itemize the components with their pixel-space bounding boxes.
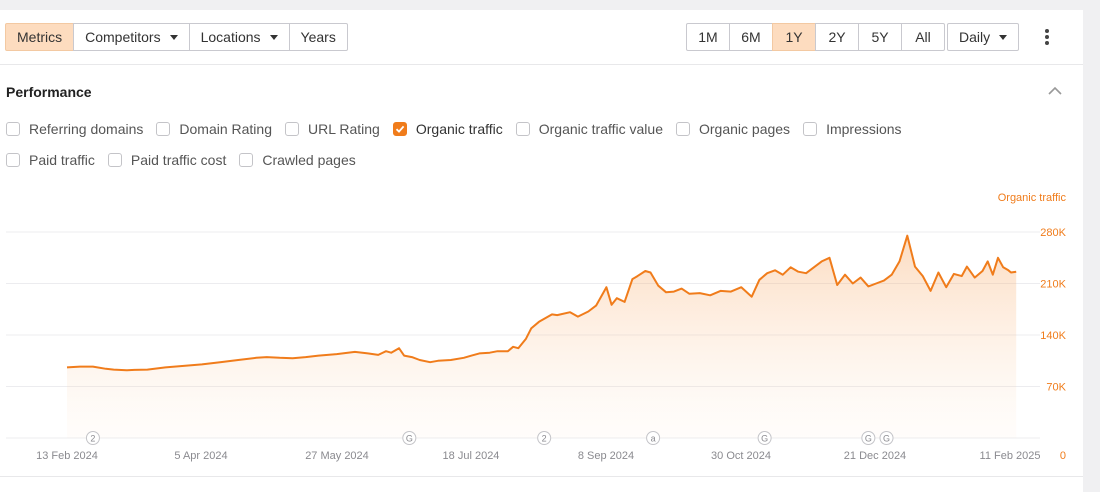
y-tick-label: 280K xyxy=(1040,227,1066,239)
annotation-marker: G xyxy=(757,431,772,445)
performance-panel: Metrics Competitors Locations Years 1M 6… xyxy=(0,10,1083,492)
divider xyxy=(0,476,1083,477)
x-tick-label: 27 May 2024 xyxy=(305,450,369,462)
annotation-marker: G xyxy=(861,431,876,445)
x-tick-label: 11 Feb 2025 xyxy=(980,450,1041,462)
y-axis-ticks: 0 70K 140K 210K 280K xyxy=(1040,227,1066,462)
annotation-label: G xyxy=(761,434,768,444)
annotation-marker: 2 xyxy=(85,431,100,445)
annotation-label: 2 xyxy=(542,434,547,444)
annotation-label: G xyxy=(883,434,890,444)
annotation-label: G xyxy=(865,434,872,444)
annotation-marker: G xyxy=(879,431,894,445)
y-axis-label: Organic traffic xyxy=(998,192,1067,204)
annotation-label: a xyxy=(651,434,656,444)
x-tick-label: 18 Jul 2024 xyxy=(443,450,500,462)
x-tick-label: 5 Apr 2024 xyxy=(174,450,227,462)
annotation-marker: 2 xyxy=(537,431,552,445)
y-tick-label: 140K xyxy=(1040,330,1066,342)
y-tick-label: 70K xyxy=(1046,382,1066,394)
x-tick-label: 30 Oct 2024 xyxy=(711,450,771,462)
y-tick-label: 0 xyxy=(1060,450,1066,462)
y-tick-label: 210K xyxy=(1040,279,1066,291)
annotation-label: 2 xyxy=(90,434,95,444)
x-axis-ticks: 13 Feb 2024 5 Apr 2024 27 May 2024 18 Jul 2… xyxy=(36,450,1040,462)
annotation-marker: a xyxy=(646,431,661,445)
x-tick-label: 13 Feb 2024 xyxy=(36,450,98,462)
x-tick-label: 8 Sep 2024 xyxy=(578,450,634,462)
series-area xyxy=(67,235,1017,438)
annotation-label: G xyxy=(406,434,413,444)
organic-traffic-chart[interactable]: 2 G 2 a G G G 13 Feb 2024 5 Apr 2024 27 May 2024… xyxy=(0,10,1083,480)
x-tick-label: 21 Dec 2024 xyxy=(844,450,906,462)
annotation-marker: G xyxy=(402,431,417,445)
